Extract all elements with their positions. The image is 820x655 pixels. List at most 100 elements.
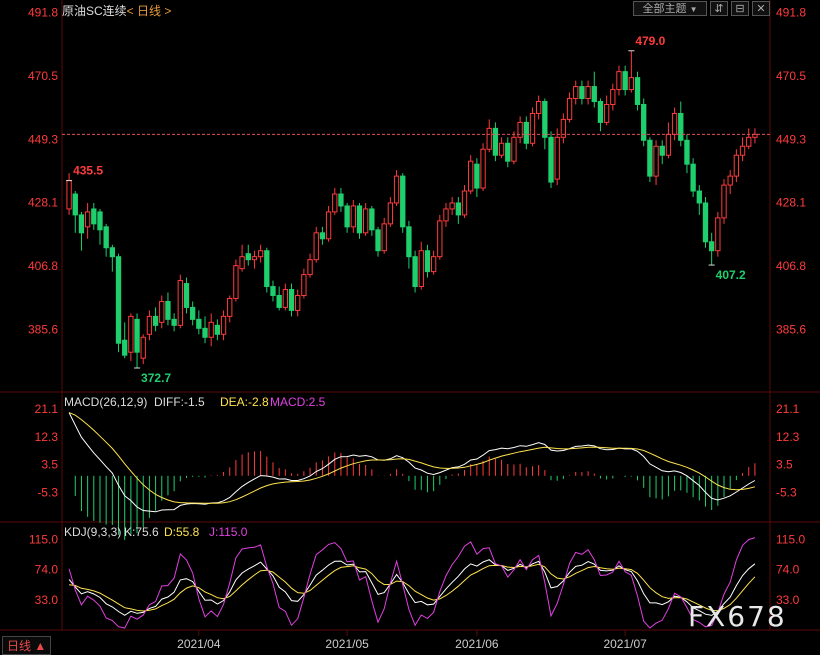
candle-body: [437, 220, 443, 258]
instrument-title: 原油SC连续: [62, 4, 127, 18]
candle-body: [659, 145, 665, 156]
theme-button-label: 全部主题: [642, 3, 687, 15]
candle-body: [455, 202, 462, 216]
candle-body: [202, 327, 208, 338]
macd-diff-readout: DIFF:-1.5: [154, 395, 205, 409]
candle-body: [443, 208, 449, 222]
triangle-down-icon: ▼: [689, 5, 698, 14]
candle-body: [319, 232, 326, 240]
candle-body: [393, 175, 400, 204]
kdj-tick-label: 74.0: [776, 563, 800, 577]
candle-body: [418, 250, 424, 288]
candle-body: [523, 121, 529, 144]
candle-body: [684, 139, 690, 165]
candle-body: [690, 163, 696, 192]
candle-body: [103, 226, 109, 249]
candle-body: [486, 127, 492, 150]
candle-body: [696, 190, 702, 204]
candle-body: [480, 148, 486, 189]
close-icon[interactable]: ✕: [752, 1, 770, 16]
candle-body: [566, 98, 573, 120]
candle-body: [183, 283, 190, 308]
macd-tick-label: -5.3: [37, 486, 58, 500]
candle-body: [97, 211, 103, 231]
macd-tick-label: 21.1: [776, 402, 800, 416]
y-tick-label: 449.3: [776, 132, 806, 146]
candle-body: [375, 229, 381, 252]
period-footer-button[interactable]: 日线 ▲: [2, 636, 52, 655]
candle-body: [177, 280, 183, 326]
theme-button[interactable]: 全部主题 ▼: [633, 1, 707, 16]
candle-body: [468, 160, 474, 192]
candle-body: [548, 136, 554, 183]
candle-body: [535, 101, 542, 114]
candle-body: [208, 321, 214, 338]
candle-body: [307, 259, 313, 276]
candle-body: [264, 250, 270, 288]
candle-body: [641, 103, 647, 141]
x-tick-label: 2021/06: [455, 637, 499, 651]
candle-body: [678, 112, 684, 141]
candle-body: [159, 300, 165, 323]
candle-body: [84, 211, 91, 228]
candle-body: [134, 318, 140, 353]
compare-button[interactable]: ⇵: [710, 1, 728, 16]
candle-body: [387, 202, 394, 225]
kdj-tick-label: 115.0: [29, 532, 58, 546]
candle-body: [325, 211, 332, 240]
candle-body: [461, 190, 468, 216]
candle-body: [702, 202, 709, 243]
y-tick-label: 491.8: [28, 6, 58, 20]
candle-body: [505, 142, 511, 162]
candle-body: [196, 318, 202, 329]
candle-body: [332, 193, 338, 213]
candle-body: [295, 294, 301, 311]
candle-body: [152, 315, 159, 326]
macd-tick-label: 3.5: [41, 458, 58, 472]
y-tick-label: 449.3: [28, 132, 58, 146]
candle-body: [573, 86, 579, 100]
candle-body: [344, 205, 350, 228]
x-tick-label: 2021/05: [325, 637, 369, 651]
candle-body: [708, 241, 715, 252]
period-switch-link[interactable]: < 日线 >: [127, 4, 172, 18]
candle-body: [91, 208, 97, 225]
macd-title: MACD(26,12,9): [64, 395, 147, 409]
kdj-d-readout: D:55.8: [164, 525, 200, 539]
candle-body: [227, 297, 233, 317]
candle-body: [511, 136, 517, 162]
macd-tick-label: 3.5: [776, 458, 793, 472]
layout-button[interactable]: ⊟: [731, 1, 749, 16]
candle-body: [189, 306, 196, 320]
chart-header: 原油SC连续< 日线 >: [62, 2, 171, 19]
y-tick-label: 385.6: [28, 323, 58, 337]
candle-body: [585, 86, 591, 100]
candle-body: [739, 145, 746, 156]
y-tick-label: 406.8: [776, 259, 806, 273]
candle-body: [603, 103, 610, 123]
candle-body: [622, 71, 628, 91]
candle-body: [270, 286, 276, 296]
candle-body: [171, 318, 177, 326]
candle-body: [492, 127, 499, 156]
candle-body: [597, 101, 604, 123]
kdj-title: KDJ(9,3,3): [64, 525, 121, 539]
candle-body: [165, 300, 171, 320]
candle-body: [66, 180, 72, 210]
candle-body: [517, 121, 523, 138]
candle-body: [542, 101, 548, 138]
candle-body: [109, 247, 116, 258]
macd-diff-line: [68, 412, 756, 513]
y-tick-label: 470.5: [28, 69, 58, 83]
macd-dea-readout: DEA:-2.8: [220, 395, 269, 409]
macd-tick-label: 12.3: [35, 430, 59, 444]
watermark-logo: FX678: [688, 600, 787, 633]
candle-body: [628, 77, 635, 91]
candle-body: [653, 145, 659, 177]
y-tick-label: 385.6: [776, 323, 806, 337]
candle-body: [671, 112, 678, 135]
candle-body: [381, 223, 387, 252]
candle-body: [647, 139, 653, 177]
kdj-k-line: [68, 559, 756, 616]
y-tick-label: 406.8: [28, 259, 58, 273]
